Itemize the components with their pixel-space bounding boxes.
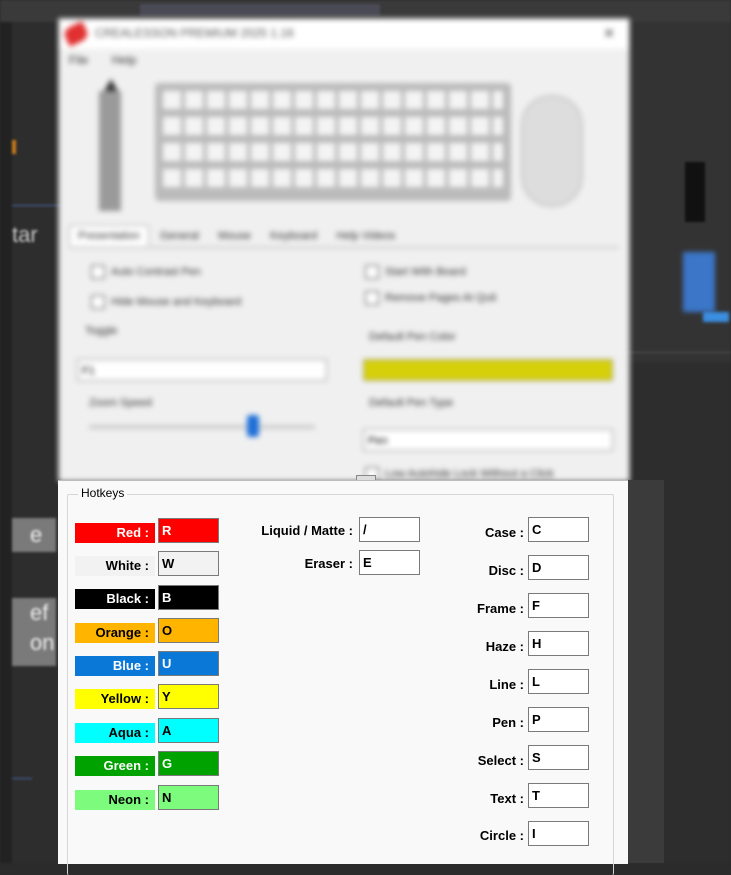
- orange-label: Orange :: [75, 623, 155, 643]
- autohide-lock-checkbox[interactable]: Low Autohide Lock Without a Click: [365, 467, 554, 481]
- tab-help-videos[interactable]: Help Videos: [328, 226, 403, 246]
- eraser-hotkey-input[interactable]: E: [359, 550, 420, 575]
- background-panel: [628, 480, 664, 863]
- pencil-icon: [99, 91, 121, 211]
- background-tile: ef on: [12, 598, 56, 666]
- circle-label: Circle :: [479, 828, 524, 843]
- tab-presentation[interactable]: Presentation: [69, 225, 149, 246]
- green-label: Green :: [75, 756, 155, 776]
- select-label: Select :: [477, 753, 524, 768]
- blue-label: Blue :: [75, 656, 155, 676]
- line-label: Line :: [489, 677, 524, 692]
- menu-file[interactable]: File: [69, 53, 88, 67]
- haze-label: Haze :: [485, 639, 524, 654]
- black-hotkey-input[interactable]: B: [158, 585, 219, 610]
- mouse-icon: [521, 95, 583, 207]
- tab-mouse[interactable]: Mouse: [210, 226, 259, 246]
- menu-bar: File Help: [59, 53, 146, 73]
- case-label: Case :: [484, 525, 524, 540]
- close-icon[interactable]: ✕: [603, 25, 615, 42]
- text-label: Text :: [490, 791, 524, 806]
- blue-hotkey-input[interactable]: U: [158, 651, 219, 676]
- window-title: CREALESSON PREMIUM 2025 1.16: [95, 26, 294, 40]
- circle-hotkey-input[interactable]: I: [528, 821, 589, 846]
- yellow-hotkey-input[interactable]: Y: [158, 684, 219, 709]
- yellow-label: Yellow :: [75, 689, 155, 709]
- liquid-matte-label: Liquid / Matte :: [261, 523, 353, 538]
- start-with-board-checkbox[interactable]: Start With Board: [365, 265, 466, 279]
- white-label: White :: [75, 556, 155, 576]
- neon-label: Neon :: [75, 790, 155, 810]
- remove-pages-checkbox[interactable]: Remove Pages At Quit: [365, 291, 496, 305]
- keyboard-icon: [155, 83, 511, 201]
- auto-contrast-pen-checkbox[interactable]: Auto Contrast Pen: [91, 265, 201, 279]
- red-label: Red :: [75, 523, 155, 543]
- background-divider: [12, 205, 64, 206]
- red-hotkey-input[interactable]: R: [158, 518, 219, 543]
- background-right-panel: [625, 22, 731, 362]
- window-titlebar: CREALESSON PREMIUM 2025 1.16 ✕: [59, 19, 629, 49]
- background-text: tar: [12, 222, 38, 247]
- text-hotkey-input[interactable]: T: [528, 783, 589, 808]
- orange-hotkey-input[interactable]: O: [158, 618, 219, 643]
- disc-hotkey-input[interactable]: D: [528, 555, 589, 580]
- pen-hotkey-input[interactable]: P: [528, 707, 589, 732]
- neon-hotkey-input[interactable]: N: [158, 785, 219, 810]
- zoom-speed-track: [89, 425, 315, 429]
- black-label: Black :: [75, 589, 155, 609]
- frame-label: Frame :: [477, 601, 524, 616]
- settings-window: CREALESSON PREMIUM 2025 1.16 ✕ File Help…: [58, 18, 630, 482]
- green-hotkey-input[interactable]: G: [158, 751, 219, 776]
- toggle-select[interactable]: F1: [77, 359, 327, 381]
- eraser-label: Eraser :: [304, 556, 353, 571]
- aqua-hotkey-input[interactable]: A: [158, 718, 219, 743]
- aqua-label: Aqua :: [75, 723, 155, 743]
- disc-label: Disc :: [488, 563, 524, 578]
- background-tile: e: [12, 518, 56, 552]
- hotkeys-title: Hotkeys: [78, 486, 128, 500]
- zoom-speed-label: Zoom Speed: [89, 397, 152, 409]
- background-accent: [12, 140, 16, 154]
- tab-keyboard[interactable]: Keyboard: [262, 226, 325, 246]
- hotkeys-panel: Hotkeys Red : R White : W Black : B Oran…: [58, 480, 628, 875]
- haze-hotkey-input[interactable]: H: [528, 631, 589, 656]
- default-pen-color-label: Default Pen Color: [369, 331, 456, 343]
- hide-mouse-keyboard-checkbox[interactable]: Hide Mouse and Keyboard: [91, 295, 241, 309]
- case-hotkey-input[interactable]: C: [528, 517, 589, 542]
- frame-hotkey-input[interactable]: F: [528, 593, 589, 618]
- background-divider: [12, 778, 32, 779]
- toggle-label: Toggle: [85, 325, 118, 337]
- background-text: ef: [30, 600, 49, 625]
- white-hotkey-input[interactable]: W: [158, 551, 219, 576]
- line-hotkey-input[interactable]: L: [528, 669, 589, 694]
- tab-general[interactable]: General: [152, 226, 207, 246]
- background-text: on: [30, 630, 55, 655]
- default-pen-color-select[interactable]: [363, 359, 613, 381]
- background-sidebar: [0, 22, 12, 863]
- pen-label: Pen :: [492, 715, 524, 730]
- liquid-matte-hotkey-input[interactable]: /: [359, 517, 420, 542]
- app-logo-icon: [62, 21, 90, 47]
- tab-bar: Presentation General Mouse Keyboard Help…: [69, 225, 619, 248]
- select-hotkey-input[interactable]: S: [528, 745, 589, 770]
- default-pen-type-select[interactable]: Pen: [363, 429, 613, 451]
- zoom-speed-slider[interactable]: [247, 415, 259, 437]
- menu-help[interactable]: Help: [112, 53, 137, 67]
- default-pen-type-label: Default Pen Type: [369, 397, 454, 409]
